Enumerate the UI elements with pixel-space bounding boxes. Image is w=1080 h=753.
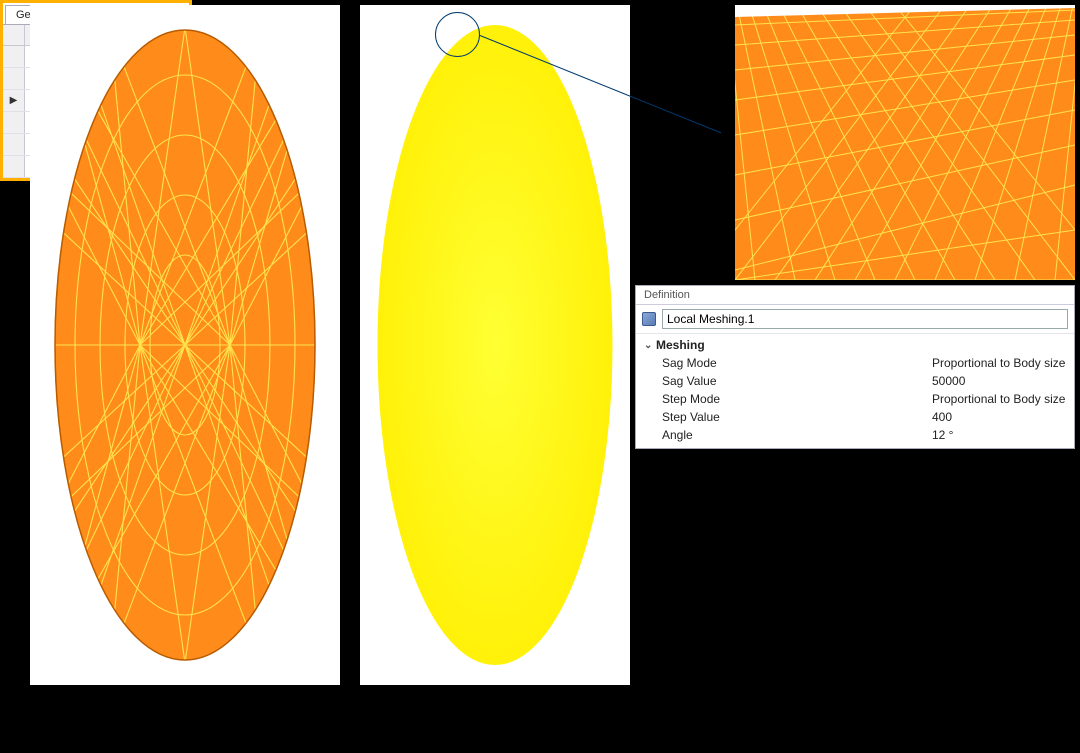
prop-key: Sag Mode: [662, 356, 932, 370]
meshing-group-label: Meshing: [656, 338, 705, 352]
prop-row-angle[interactable]: Angle 12 °: [636, 426, 1074, 444]
prop-val: 50000: [932, 374, 1074, 388]
prop-row-step-mode[interactable]: Step Mode Proportional to Body size: [636, 390, 1074, 408]
prop-row-sag-mode[interactable]: Sag Mode Proportional to Body size: [636, 354, 1074, 372]
definition-header: Definition: [636, 286, 1074, 305]
row-select-header: [3, 25, 25, 45]
prop-val: 400: [932, 410, 1074, 424]
row-selector[interactable]: [3, 112, 25, 133]
row-selector[interactable]: [3, 46, 25, 67]
meshing-group-toggle[interactable]: ⌄ Meshing: [636, 336, 1074, 354]
prop-key: Sag Value: [662, 374, 932, 388]
chevron-down-icon: ⌄: [644, 340, 652, 351]
fine-mesh-zoom-viewport[interactable]: [735, 5, 1075, 280]
prop-row-sag-value[interactable]: Sag Value 50000: [636, 372, 1074, 390]
fine-mesh-viewport[interactable]: [360, 5, 630, 685]
prop-key: Step Mode: [662, 392, 932, 406]
definition-panel: Definition ⌄ Meshing Sag Mode Proportion…: [635, 285, 1075, 449]
cube-icon: [642, 312, 656, 326]
prop-key: Angle: [662, 428, 932, 442]
zoom-callout-circle: [435, 12, 480, 57]
row-selector-current[interactable]: ▶: [3, 90, 25, 111]
prop-val: Proportional to Body size: [932, 392, 1074, 406]
row-selector[interactable]: [3, 156, 25, 177]
fine-mesh-ellipse: [378, 25, 613, 665]
definition-title-row: [636, 305, 1074, 334]
definition-name-input[interactable]: [662, 309, 1068, 329]
prop-row-step-value[interactable]: Step Value 400: [636, 408, 1074, 426]
row-selector[interactable]: [3, 134, 25, 155]
row-selector[interactable]: [3, 68, 25, 89]
prop-val: Proportional to Body size: [932, 356, 1074, 370]
prop-key: Step Value: [662, 410, 932, 424]
coarse-mesh-viewport[interactable]: [30, 5, 340, 685]
prop-val: 12 °: [932, 428, 1074, 442]
fine-mesh-zoom-svg: [735, 5, 1075, 280]
meshing-group: ⌄ Meshing Sag Mode Proportional to Body …: [636, 334, 1074, 448]
coarse-mesh-svg: [50, 25, 320, 665]
coarse-mesh-ellipse: [50, 25, 320, 665]
